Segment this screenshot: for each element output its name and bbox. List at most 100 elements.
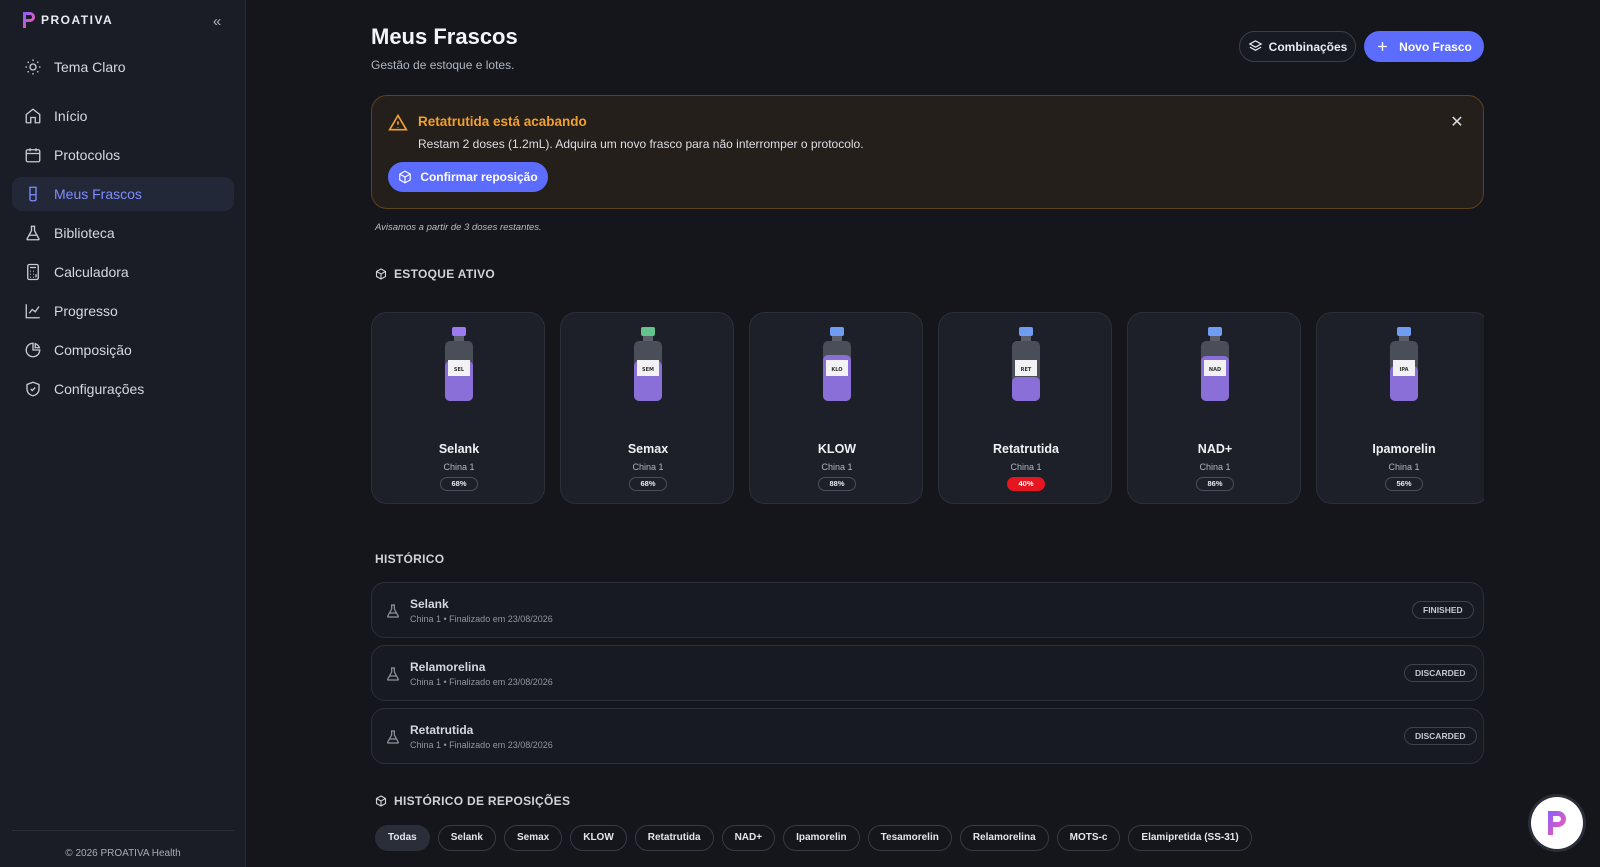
sidebar-item-label: Início — [54, 108, 88, 124]
vial-level-badge: 56% — [1385, 477, 1423, 491]
filter-chip-semax[interactable]: Semax — [503, 825, 563, 851]
combinations-button[interactable]: Combinações — [1239, 31, 1356, 62]
sidebar-item-label: Meus Frascos — [54, 186, 142, 202]
confirm-restock-label: Confirmar reposição — [420, 170, 538, 184]
filter-chip-klow[interactable]: KLOW — [570, 825, 627, 851]
sidebar-item-meus-frascos[interactable]: Meus Frascos — [12, 177, 234, 211]
calculator-icon — [27, 263, 39, 281]
history-row[interactable]: Selank China 1 • Finalizado em 23/08/202… — [371, 582, 1484, 638]
new-vial-button[interactable]: Novo Frasco — [1364, 31, 1484, 62]
alert-note: Avisamos a partir de 3 doses restantes. — [375, 222, 542, 233]
filter-chip-tesamorelin[interactable]: Tesamorelin — [867, 825, 952, 851]
vial-bottle-icon: SEM — [634, 327, 662, 401]
vial-name: Retatrutida — [993, 442, 1059, 456]
status-badge: DISCARDED — [1404, 727, 1477, 745]
brand-logo[interactable]: PROATIVA — [20, 10, 113, 30]
vial-card[interactable]: IPA Ipamorelin China 1 56% — [1316, 312, 1484, 504]
vial-card[interactable]: NAD NAD+ China 1 86% — [1127, 312, 1301, 504]
vial-card[interactable]: KLO KLOW China 1 88% — [749, 312, 923, 504]
home-icon — [25, 108, 41, 124]
active-stock-heading: ESTOQUE ATIVO — [375, 267, 495, 281]
vial-level-badge: 40% — [1007, 477, 1045, 491]
vial-origin: China 1 — [1199, 462, 1231, 472]
sidebar-item-progresso[interactable]: Progresso — [12, 294, 234, 328]
collapse-sidebar-icon[interactable]: « — [206, 12, 228, 32]
proativa-logo-icon — [23, 12, 35, 28]
sidebar-item-configuracoes[interactable]: Configurações — [12, 372, 234, 406]
low-stock-alert: Retatrutida está acabando Restam 2 doses… — [371, 95, 1484, 209]
filter-chip-nad[interactable]: NAD+ — [721, 825, 776, 851]
vial-card[interactable]: RET Retatrutida China 1 40% — [938, 312, 1112, 504]
sidebar-item-label: Configurações — [54, 381, 145, 397]
sidebar-divider — [12, 830, 234, 831]
vial-level-badge: 88% — [818, 477, 856, 491]
shield-icon — [26, 381, 40, 397]
vial-card[interactable]: SEM Semax China 1 68% — [560, 312, 734, 504]
brand-name: PROATIVA — [41, 13, 114, 27]
vial-origin: China 1 — [1388, 462, 1420, 472]
warning-icon — [388, 113, 408, 131]
vial-name: Semax — [627, 442, 669, 456]
vial-bottle-icon: NAD — [1201, 327, 1229, 401]
flask-icon — [387, 667, 399, 681]
filter-chip-mots-c[interactable]: MOTS-c — [1056, 825, 1121, 851]
vial-origin: China 1 — [443, 462, 475, 472]
proativa-logo-icon — [1548, 811, 1566, 835]
svg-text:RET: RET — [1021, 367, 1032, 373]
sidebar-item-label: Progresso — [54, 303, 118, 319]
svg-text:SEM: SEM — [642, 367, 654, 373]
page-subtitle: Gestão de estoque e lotes. — [371, 58, 515, 72]
filter-chip-todas[interactable]: Todas — [375, 825, 430, 851]
vial-level-badge: 68% — [629, 477, 667, 491]
vial-name: NAD+ — [1197, 442, 1233, 456]
filter-chip-relamorelina[interactable]: Relamorelina — [959, 825, 1049, 851]
sidebar-item-protocolos[interactable]: Protocolos — [12, 138, 234, 172]
vial-bottle-icon: KLO — [823, 327, 851, 401]
history-heading: HISTÓRICO — [375, 552, 444, 566]
vial-icon — [29, 186, 37, 202]
status-badge: DISCARDED — [1404, 664, 1477, 682]
sidebar-item-inicio[interactable]: Início — [12, 99, 234, 133]
sidebar-item-biblioteca[interactable]: Biblioteca — [12, 216, 234, 250]
flask-icon — [387, 604, 399, 618]
svg-text:NAD: NAD — [1209, 367, 1221, 373]
filter-chip-elamipretida[interactable]: Elamipretida (SS-31) — [1128, 825, 1252, 851]
vial-bottle-icon: SEL — [445, 327, 473, 401]
filter-chip-retatrutida[interactable]: Retatrutida — [634, 825, 714, 851]
alert-title: Retatrutida está acabando — [418, 114, 587, 129]
vial-origin: China 1 — [821, 462, 853, 472]
copyright-text: © 2026 PROATIVA Health — [65, 848, 181, 859]
history-vial-name: Selank — [410, 597, 449, 611]
sidebar-item-calculadora[interactable]: Calculadora — [12, 255, 234, 289]
history-row[interactable]: Retatrutida China 1 • Finalizado em 23/0… — [371, 708, 1484, 764]
vial-card[interactable]: SEL Selank China 1 68% — [371, 312, 545, 504]
layers-icon — [1248, 40, 1263, 51]
sun-icon — [25, 59, 41, 75]
plus-icon — [1378, 42, 1387, 51]
history-label: HISTÓRICO — [375, 552, 445, 566]
vial-cards: SEL Selank China 1 68% SEM Semax China 1… — [371, 312, 1484, 506]
restock-history-label: HISTÓRICO DE REPOSIÇÕES — [394, 794, 571, 808]
sidebar-item-label: Calculadora — [54, 264, 129, 280]
sidebar: PROATIVA « Tema Claro Início Protocolos … — [0, 0, 246, 867]
assistant-button[interactable] — [1531, 797, 1583, 849]
sidebar-item-composicao[interactable]: Composição — [12, 333, 234, 367]
theme-toggle-label: Tema Claro — [54, 59, 126, 75]
pie-chart-icon — [25, 342, 41, 358]
filter-chip-selank[interactable]: Selank — [437, 825, 496, 851]
vial-name: Ipamorelin — [1372, 442, 1436, 456]
restock-filters: Todas Selank Semax KLOW Retatrutida NAD+… — [375, 825, 1252, 851]
vial-bottle-icon: RET — [1012, 327, 1040, 401]
filter-chip-ipamorelin[interactable]: Ipamorelin — [783, 825, 860, 851]
theme-toggle[interactable]: Tema Claro — [12, 50, 234, 84]
package-icon — [375, 795, 387, 807]
alert-message: Restam 2 doses (1.2mL). Adquira um novo … — [418, 137, 864, 151]
history-row[interactable]: Relamorelina China 1 • Finalizado em 23/… — [371, 645, 1484, 701]
calendar-icon — [25, 148, 41, 163]
vial-bottle-icon: IPA — [1390, 327, 1418, 401]
confirm-restock-button[interactable]: Confirmar reposição — [388, 162, 548, 192]
sidebar-item-label: Composição — [54, 342, 132, 358]
vial-origin: China 1 — [632, 462, 664, 472]
close-icon[interactable]: ✕ — [1448, 114, 1466, 132]
page-title: Meus Frascos — [371, 24, 518, 49]
